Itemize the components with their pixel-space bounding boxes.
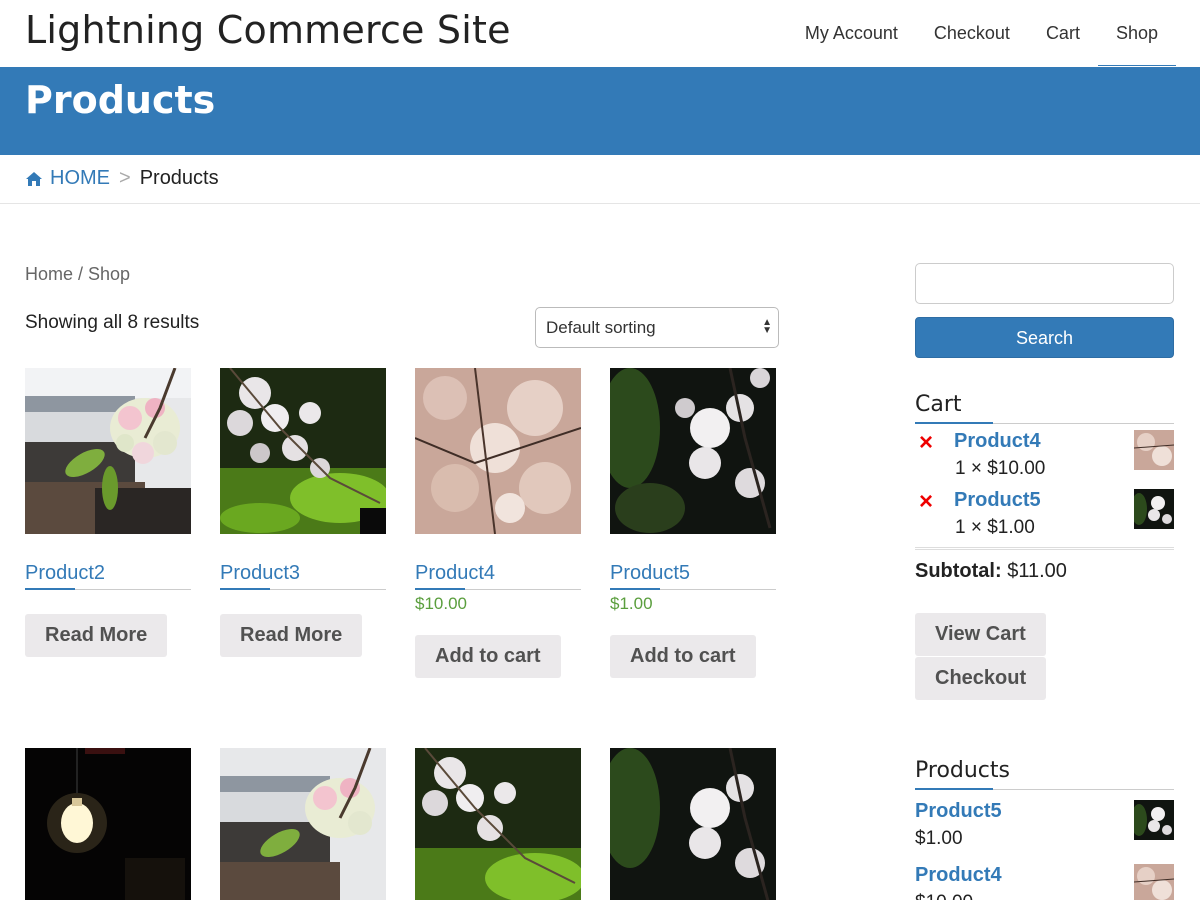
shop-breadcrumb: Home / Shop: [25, 264, 130, 285]
product-title[interactable]: Product2: [25, 562, 191, 590]
site-title[interactable]: Lightning Commerce Site: [25, 8, 511, 52]
cart-item-name[interactable]: Product5: [954, 489, 1041, 512]
product-image[interactable]: [25, 368, 191, 534]
subtotal-label: Subtotal:: [915, 560, 1002, 582]
remove-item-icon[interactable]: ×: [919, 431, 941, 455]
view-cart-button[interactable]: View Cart: [915, 613, 1046, 656]
products-widget-item: Product5 $1.00: [915, 800, 1174, 860]
read-more-button[interactable]: Read More: [220, 614, 363, 657]
shop-breadcrumb-home[interactable]: Home: [25, 264, 73, 284]
result-count: Showing all 8 results: [25, 312, 200, 333]
product-image[interactable]: [415, 748, 581, 900]
product-card: Product4 $10.00 Add to cart: [415, 368, 581, 678]
product-price: $10.00: [415, 594, 467, 613]
products-widget-item-name[interactable]: Product5: [915, 800, 1002, 823]
product-image[interactable]: [610, 368, 776, 534]
product-image[interactable]: [220, 748, 386, 900]
cart-item-thumbnail: [1134, 489, 1174, 529]
home-icon[interactable]: [25, 171, 43, 187]
products-widget-item-thumbnail[interactable]: [1134, 800, 1174, 840]
select-arrows-icon: ▲ ▼: [762, 317, 772, 336]
page-title: Products: [25, 78, 216, 122]
products-widget-item-price: $10.00: [915, 892, 973, 900]
breadcrumb-home-link[interactable]: HOME: [50, 167, 110, 190]
shop-breadcrumb-sep: /: [73, 264, 89, 284]
products-widget-item-name[interactable]: Product4: [915, 864, 1002, 887]
products-widget-item-thumbnail[interactable]: [1134, 864, 1174, 900]
product-card: [610, 748, 776, 900]
cart-item: × Product5 1 × $1.00: [915, 489, 1174, 545]
product-card: [25, 748, 191, 900]
cart-item: × Product4 1 × $10.00: [915, 430, 1174, 486]
breadcrumb-current: Products: [139, 167, 219, 189]
global-nav: My Account Checkout Cart Shop: [787, 0, 1177, 67]
product-image[interactable]: [415, 368, 581, 534]
nav-cart[interactable]: Cart: [1028, 0, 1098, 67]
ordering-selected-value: Default sorting: [546, 318, 656, 337]
read-more-button[interactable]: Read More: [25, 614, 168, 657]
product-card: Product5 $1.00 Add to cart: [610, 368, 776, 678]
product-price: $1.00: [610, 594, 653, 613]
product-title[interactable]: Product4: [415, 562, 581, 590]
product-price: [220, 594, 386, 616]
breadcrumb-bar: HOME > Products: [0, 155, 1200, 204]
checkout-button[interactable]: Checkout: [915, 657, 1047, 700]
ordering-select[interactable]: Default sorting ▲ ▼: [535, 307, 779, 348]
search-button[interactable]: Search: [915, 317, 1174, 358]
breadcrumb-separator: >: [119, 167, 131, 189]
search-input[interactable]: [915, 263, 1174, 304]
add-to-cart-button[interactable]: Add to cart: [610, 635, 756, 678]
product-title[interactable]: Product3: [220, 562, 386, 590]
product-card: [220, 748, 386, 900]
cart-item-thumbnail: [1134, 430, 1174, 470]
products-widget-item: Product4 $10.00: [915, 864, 1174, 900]
cart-item-name[interactable]: Product4: [954, 430, 1041, 453]
remove-item-icon[interactable]: ×: [919, 490, 941, 514]
nav-my-account[interactable]: My Account: [787, 0, 916, 67]
nav-checkout[interactable]: Checkout: [916, 0, 1028, 67]
breadcrumb: HOME > Products: [25, 167, 219, 190]
product-title[interactable]: Product5: [610, 562, 776, 590]
page-header-banner: Products: [0, 67, 1200, 155]
product-image[interactable]: [610, 748, 776, 900]
product-price: [25, 594, 191, 616]
product-image[interactable]: [25, 748, 191, 900]
cart-widget-title: Cart: [915, 392, 1174, 424]
cart-item-quantity: 1 × $10.00: [955, 458, 1046, 479]
product-card: [415, 748, 581, 900]
site-header: Lightning Commerce Site My Account Check…: [0, 0, 1200, 67]
subtotal-value: $11.00: [1001, 560, 1067, 582]
nav-shop[interactable]: Shop: [1097, 0, 1177, 67]
products-widget-title: Products: [915, 758, 1174, 790]
cart-divider: [915, 547, 1174, 550]
shop-breadcrumb-current: Shop: [88, 264, 131, 284]
cart-subtotal: Subtotal: $11.00: [915, 560, 1067, 583]
products-widget-item-price: $1.00: [915, 828, 963, 849]
product-image[interactable]: [220, 368, 386, 534]
add-to-cart-button[interactable]: Add to cart: [415, 635, 561, 678]
product-card: Product2 Read More: [25, 368, 191, 657]
product-card: Product3 Read More: [220, 368, 386, 657]
cart-item-quantity: 1 × $1.00: [955, 517, 1035, 538]
